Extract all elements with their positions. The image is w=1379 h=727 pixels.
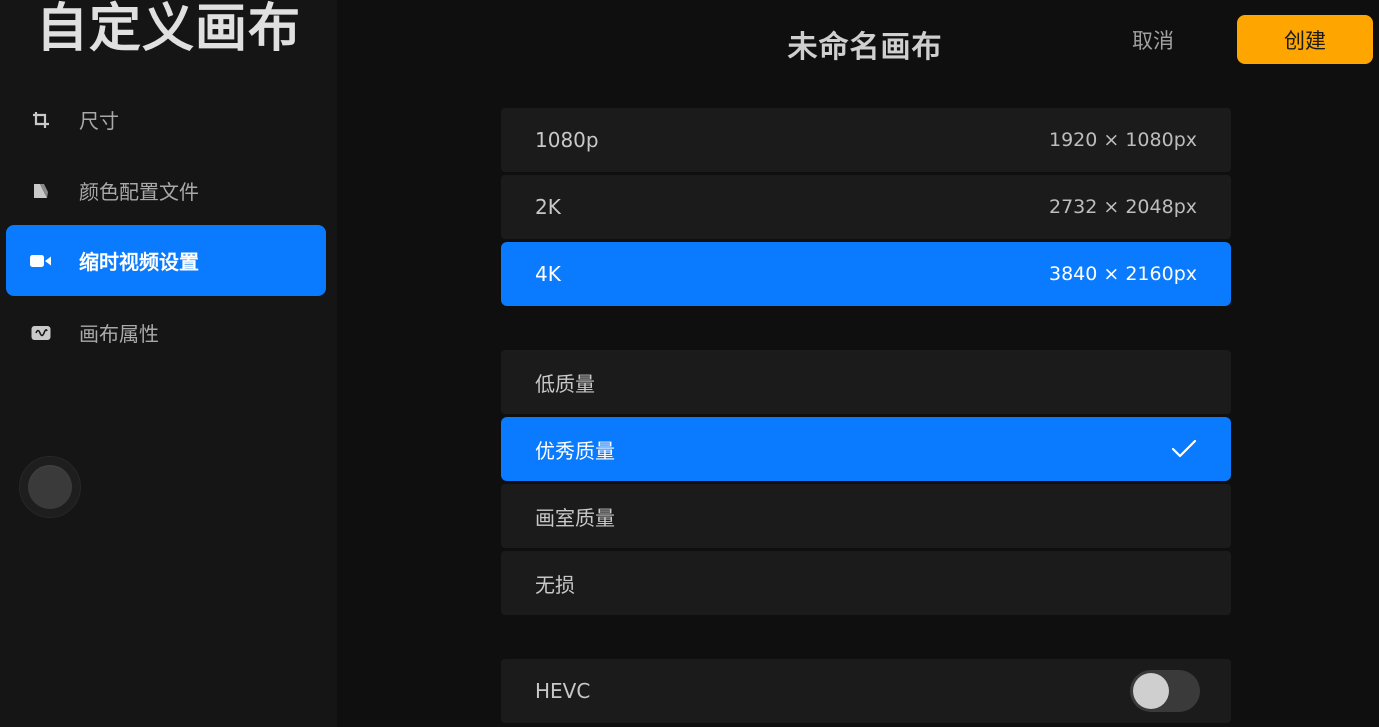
- crop-icon: [30, 109, 52, 131]
- quality-option-lossless[interactable]: 无损: [501, 551, 1231, 615]
- sidebar: 自定义画布 尺寸 颜色配置文件 缩时视频设置 画布属性: [0, 0, 337, 727]
- option-label: 4K: [535, 262, 561, 286]
- canvas-properties-icon: [30, 322, 52, 344]
- sidebar-item-timelapse[interactable]: 缩时视频设置: [6, 225, 326, 296]
- quality-option-excellent[interactable]: 优秀质量: [501, 417, 1231, 481]
- assistive-touch-button[interactable]: [19, 456, 81, 518]
- sidebar-item-canvas-properties[interactable]: 画布属性: [6, 297, 326, 368]
- sidebar-item-label: 颜色配置文件: [79, 180, 199, 204]
- option-value: 1920 × 1080px: [1048, 129, 1197, 151]
- sidebar-title: 自定义画布: [36, 0, 302, 59]
- hevc-row: HEVC: [501, 659, 1231, 723]
- sidebar-item-label: 尺寸: [79, 109, 119, 133]
- sidebar-item-label: 画布属性: [79, 322, 159, 346]
- option-value: 2732 × 2048px: [1048, 196, 1197, 218]
- cancel-button[interactable]: 取消: [1110, 25, 1196, 57]
- option-value: 3840 × 2160px: [1048, 263, 1197, 285]
- option-label: 无损: [535, 572, 575, 597]
- sidebar-item-label: 缩时视频设置: [79, 250, 199, 274]
- sidebar-item-dimensions[interactable]: 尺寸: [6, 84, 326, 155]
- option-label: 优秀质量: [535, 438, 615, 463]
- quality-option-low[interactable]: 低质量: [501, 350, 1231, 414]
- create-button[interactable]: 创建: [1237, 15, 1373, 64]
- hevc-label: HEVC: [535, 679, 591, 703]
- resolution-option-1080p[interactable]: 1080p 1920 × 1080px: [501, 108, 1231, 172]
- resolution-option-2k[interactable]: 2K 2732 × 2048px: [501, 175, 1231, 239]
- option-label: 低质量: [535, 371, 595, 396]
- color-profile-icon: [30, 180, 52, 202]
- option-label: 画室质量: [535, 505, 615, 530]
- video-camera-icon: [30, 250, 52, 272]
- sidebar-item-color-profile[interactable]: 颜色配置文件: [6, 155, 326, 226]
- custom-canvas-window: 自定义画布 尺寸 颜色配置文件 缩时视频设置 画布属性 未命名画布 取消 创建 …: [0, 0, 1379, 727]
- hevc-toggle[interactable]: [1130, 670, 1200, 712]
- quality-option-studio[interactable]: 画室质量: [501, 484, 1231, 548]
- option-label: 1080p: [535, 128, 599, 152]
- checkmark-icon: [1171, 439, 1197, 458]
- option-label: 2K: [535, 195, 561, 219]
- resolution-option-4k[interactable]: 4K 3840 × 2160px: [501, 242, 1231, 306]
- page-title[interactable]: 未命名画布: [700, 22, 1030, 66]
